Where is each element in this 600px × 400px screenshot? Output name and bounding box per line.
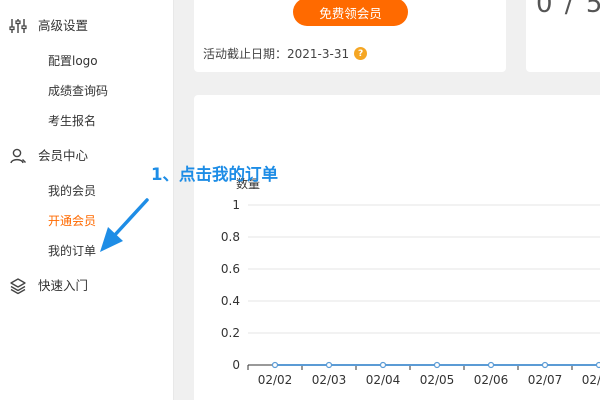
question-circle-icon[interactable]: ? <box>354 47 368 60</box>
x-tick-label: 02/02 <box>258 373 293 387</box>
deadline-row: 活动截止日期： 2021-3-31 ? <box>203 45 368 62</box>
chart-card: 数量 0 0.2 0.4 0.6 0.8 1 02/02 02/03 02/04 02/05 02/0… <box>194 95 600 400</box>
sidebar-group-member-center[interactable]: 会员中心 <box>0 143 174 169</box>
data-point <box>541 361 549 369</box>
order-chart: 数量00.20.40.60.8102/02 02/03 02/04 02/05 02/0… <box>221 176 600 387</box>
sidebar-item-exam-registration[interactable]: 考生报名 <box>48 113 96 129</box>
x-tick-label: 02/08 <box>582 373 600 387</box>
layers-icon <box>10 278 26 295</box>
data-point <box>595 361 600 369</box>
sliders-icon <box>9 19 27 33</box>
sidebar-item-activate-membership[interactable]: 开通会员 <box>48 213 96 229</box>
deadline-value: 2021-3-31 <box>287 46 350 61</box>
y-tick-label: 1 <box>232 198 240 212</box>
data-point <box>325 361 333 369</box>
sidebar-item-my-orders[interactable]: 我的订单 <box>48 243 96 259</box>
data-point <box>271 361 279 369</box>
x-tick-label: 02/03 <box>312 373 347 387</box>
sidebar-item-config-logo[interactable]: 配置logo <box>48 53 98 69</box>
sidebar-item-my-membership[interactable]: 我的会员 <box>48 183 96 199</box>
member-promo-card: 免费领会员 活动截止日期： 2021-3-31 ? <box>194 0 506 72</box>
sidebar-group-label: 高级设置 <box>38 18 89 33</box>
data-point <box>379 361 387 369</box>
y-tick-label: 0.8 <box>221 230 240 244</box>
x-tick-label: 02/07 <box>528 373 563 387</box>
y-tick-label: 0 <box>232 358 240 372</box>
y-tick-label: 0.6 <box>221 262 240 276</box>
instruction-annotation: 1、点击我的订单 <box>151 165 278 184</box>
y-tick-label: 0.4 <box>221 294 240 308</box>
sidebar-group-label: 快速入门 <box>38 278 89 293</box>
sidebar: 高级设置 配置logo 成绩查询码 考生报名 会员中心 我的会员 开通会员 我的… <box>0 0 174 400</box>
data-point <box>433 361 441 369</box>
sidebar-item-score-query-code[interactable]: 成绩查询码 <box>48 83 108 99</box>
deadline-label: 活动截止日期： <box>203 47 288 61</box>
user-icon <box>10 148 26 164</box>
usage-count: 0 / 50 <box>536 0 600 19</box>
sidebar-group-quick-start[interactable]: 快速入门 <box>0 273 174 299</box>
x-tick-label: 02/04 <box>366 373 401 387</box>
y-tick-label: 0.2 <box>221 326 240 340</box>
data-point <box>487 361 495 369</box>
sidebar-group-advanced-settings[interactable]: 高级设置 <box>0 13 174 39</box>
sidebar-group-label: 会员中心 <box>38 148 89 163</box>
x-tick-label: 02/06 <box>474 373 509 387</box>
stats-card: 0 / 50 <box>526 0 600 72</box>
free-membership-button[interactable]: 免费领会员 <box>293 0 408 26</box>
x-tick-label: 02/05 <box>420 373 455 387</box>
